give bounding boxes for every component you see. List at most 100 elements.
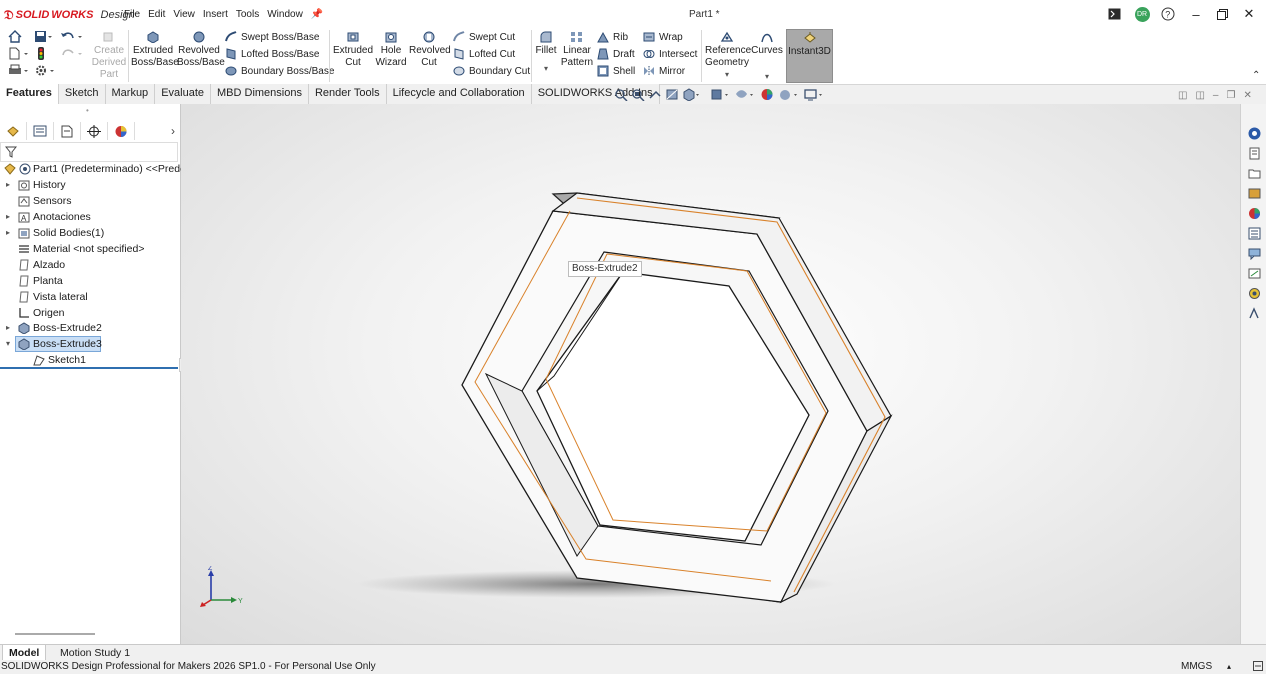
save-icon[interactable]	[34, 30, 52, 46]
minimize-button[interactable]: –	[1187, 6, 1205, 22]
collapse-ribbon-icon[interactable]: ⌃	[1252, 70, 1260, 81]
solidworks-logo[interactable]: 𝔇 SOLID WORKS Design	[4, 7, 135, 23]
menu-edit[interactable]: Edit	[144, 9, 169, 20]
user-avatar[interactable]: DR	[1133, 6, 1151, 22]
pin-icon[interactable]: 📌	[307, 9, 327, 20]
close-button[interactable]: ✕	[1240, 6, 1258, 22]
swept-boss-button[interactable]: Swept Boss/Base	[225, 31, 319, 43]
tab-render-tools[interactable]: Render Tools	[308, 84, 387, 104]
rib-button[interactable]: Rib	[597, 31, 628, 43]
zoom-to-area-icon[interactable]	[631, 88, 645, 101]
status-panel-icon[interactable]	[1253, 661, 1263, 674]
viewport-restore-button[interactable]: ❐	[1226, 90, 1235, 101]
expand-arrow-icon[interactable]: ▸	[4, 209, 12, 225]
panel-handle-icon[interactable]: •	[86, 106, 89, 115]
markup-icon[interactable]	[1248, 267, 1261, 280]
intersect-button[interactable]: Intersect	[643, 48, 697, 60]
tab-sketch[interactable]: Sketch	[58, 84, 106, 104]
options-gear-icon[interactable]	[34, 64, 58, 80]
tab-lifecycle[interactable]: Lifecycle and Collaboration	[386, 84, 532, 104]
redo-icon[interactable]	[60, 47, 84, 63]
home-icon[interactable]	[8, 30, 22, 46]
reference-geometry-button[interactable]: Reference Geometry ▾	[705, 31, 751, 81]
tab-features[interactable]: Features	[0, 84, 59, 104]
viewport-minimize-button[interactable]: –	[1213, 90, 1219, 101]
undo-icon[interactable]	[60, 30, 84, 46]
learn-icon[interactable]	[1248, 307, 1261, 320]
help-icon[interactable]: ?	[1159, 6, 1177, 22]
view-palette-icon[interactable]	[1248, 187, 1261, 200]
dimxpert-manager-tab[interactable]	[81, 122, 108, 140]
menu-view[interactable]: View	[169, 9, 199, 20]
boundary-boss-button[interactable]: Boundary Boss/Base	[225, 65, 334, 77]
tab-evaluate[interactable]: Evaluate	[155, 84, 211, 104]
appearances-icon[interactable]	[1248, 207, 1261, 220]
menu-file[interactable]: File	[120, 9, 144, 20]
edit-appearance-icon[interactable]	[760, 88, 776, 101]
menu-insert[interactable]: Insert	[199, 9, 232, 20]
custom-properties-icon[interactable]	[1248, 227, 1261, 240]
traffic-light-icon[interactable]	[36, 47, 46, 63]
extruded-boss-button[interactable]: Extruded Boss/Base	[131, 31, 179, 69]
property-manager-tab[interactable]	[27, 122, 54, 140]
panel-expand-arrow-icon[interactable]: ›	[171, 124, 175, 138]
hole-wizard-button[interactable]: Hole Wizard	[373, 31, 409, 69]
hide-show-items-icon[interactable]	[735, 88, 757, 101]
command-prompt-icon[interactable]	[1105, 6, 1123, 22]
revolved-boss-button[interactable]: Revolved Boss/Base	[177, 31, 225, 69]
lofted-boss-button[interactable]: Lofted Boss/Base	[225, 48, 319, 60]
expand-arrow-icon[interactable]: ▸	[4, 177, 12, 193]
expand-arrow-icon[interactable]: ▸	[4, 225, 12, 241]
units-indicator[interactable]: MMGS	[1181, 660, 1212, 673]
new-document-icon[interactable]	[8, 47, 32, 63]
solidworks-resources-icon[interactable]	[1248, 127, 1261, 140]
menu-tools[interactable]: Tools	[232, 9, 263, 20]
graphics-area[interactable]: Z Y	[181, 104, 1240, 644]
hexagon-model[interactable]	[181, 104, 1240, 644]
expand-arrow-icon[interactable]: ▸	[4, 320, 12, 336]
collapse-arrow-icon[interactable]: ▾	[4, 336, 12, 352]
forum-icon[interactable]	[1248, 247, 1261, 260]
fillet-button[interactable]: Fillet ▾	[534, 31, 558, 75]
view-settings-icon[interactable]	[804, 88, 826, 101]
apply-scene-icon[interactable]	[779, 88, 801, 101]
curves-button[interactable]: Curves ▾	[751, 31, 783, 83]
draft-button[interactable]: Draft	[597, 48, 635, 60]
create-derived-part-button[interactable]: Create Derived Part	[91, 31, 127, 81]
configuration-manager-tab[interactable]	[54, 122, 81, 140]
restore-button[interactable]	[1213, 6, 1231, 22]
tab-mbd-dimensions[interactable]: MBD Dimensions	[211, 84, 309, 104]
menu-window[interactable]: Window	[263, 9, 307, 20]
print-icon[interactable]	[8, 64, 32, 80]
split-view-icon[interactable]: ◫	[1178, 90, 1187, 101]
mirror-button[interactable]: Mirror	[643, 65, 685, 77]
extruded-cut-button[interactable]: Extruded Cut	[333, 31, 373, 69]
view-orientation-icon[interactable]	[682, 88, 700, 101]
swept-cut-button[interactable]: Swept Cut	[453, 31, 515, 43]
feature-manager-tab[interactable]	[0, 122, 27, 140]
tree-filter-field[interactable]	[0, 142, 178, 162]
shell-button[interactable]: Shell	[597, 65, 635, 77]
section-view-icon[interactable]	[665, 88, 679, 101]
horizontal-scrollbar[interactable]	[15, 633, 95, 635]
linear-pattern-button[interactable]: Linear Pattern	[560, 31, 594, 69]
solidworks-add-ins-icon[interactable]	[1248, 287, 1261, 300]
display-manager-tab[interactable]	[108, 122, 135, 140]
file-explorer-icon[interactable]	[1248, 167, 1261, 180]
tab-motion-study-1[interactable]: Motion Study 1	[54, 645, 136, 661]
wrap-button[interactable]: Wrap	[643, 31, 683, 43]
boundary-cut-icon	[453, 66, 465, 76]
instant3d-button[interactable]: Instant3D	[786, 29, 833, 83]
previous-view-icon[interactable]	[648, 88, 662, 101]
revolved-cut-button[interactable]: Revolved Cut	[409, 31, 451, 69]
tab-markup[interactable]: Markup	[105, 84, 156, 104]
design-library-icon[interactable]	[1248, 147, 1261, 160]
viewport-close-button[interactable]: ✕	[1243, 90, 1251, 101]
display-style-icon[interactable]	[710, 88, 732, 101]
lofted-cut-button[interactable]: Lofted Cut	[453, 48, 515, 60]
tile-view-icon[interactable]: ◫	[1195, 90, 1204, 101]
boundary-cut-button[interactable]: Boundary Cut	[453, 65, 530, 77]
units-up-arrow-icon[interactable]: ▴	[1227, 660, 1231, 673]
rollback-bar[interactable]	[0, 367, 178, 369]
zoom-to-fit-icon[interactable]	[614, 88, 628, 101]
